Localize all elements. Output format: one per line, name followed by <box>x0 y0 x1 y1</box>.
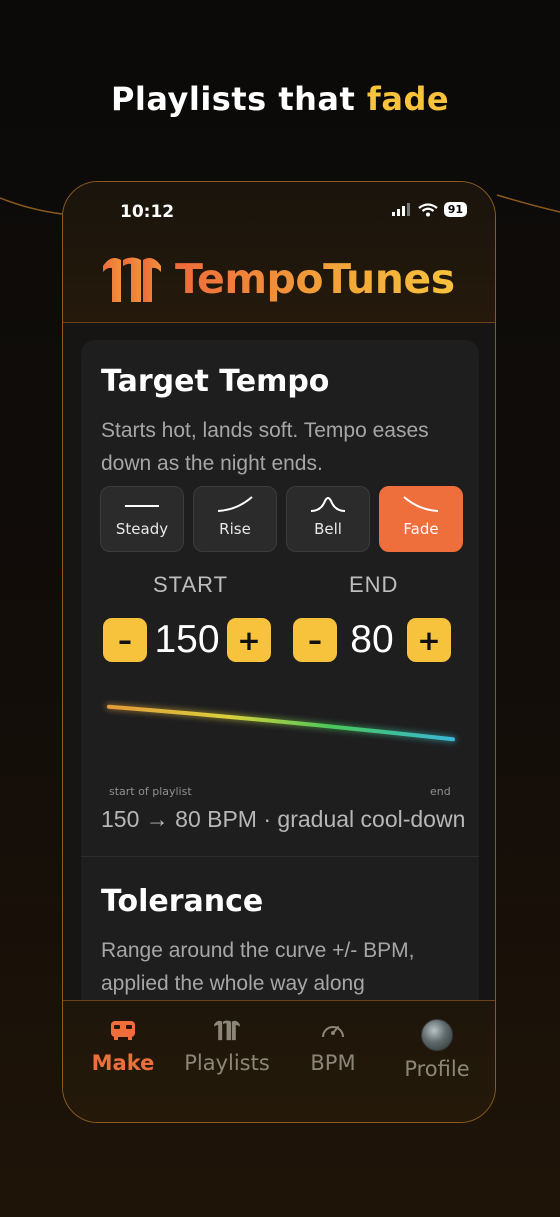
curve-steady-button[interactable]: Steady <box>100 486 184 552</box>
tempo-curve-chart <box>105 703 457 743</box>
curve-selector: Steady Rise Bell Fade <box>100 486 463 552</box>
end-value: 80 <box>350 618 394 661</box>
tab-label: Make <box>91 1051 155 1075</box>
tempo-summary: 150 → 80 BPM · gradual cool-down <box>101 806 466 832</box>
signal-icon <box>391 203 410 216</box>
battery-indicator: 91 <box>443 202 467 217</box>
end-increment-button[interactable]: + <box>407 618 451 662</box>
status-icons: 91 <box>391 202 467 217</box>
section-divider <box>81 856 479 857</box>
start-increment-button[interactable]: + <box>227 618 271 662</box>
section-title-tolerance: Tolerance <box>101 884 264 919</box>
curve-bell-button[interactable]: Bell <box>286 486 370 552</box>
tempotunes-logo-icon <box>214 1020 240 1041</box>
app-logo: TempoTunes <box>101 254 455 304</box>
end-label: END <box>349 572 399 597</box>
bottom-tab-bar: Make Playlists BPM Profile <box>63 1000 495 1122</box>
wifi-icon <box>418 202 438 216</box>
curve-rise-button[interactable]: Rise <box>193 486 277 552</box>
phone-frame: 10:12 91 TempoTunes Target Tempo Starts … <box>62 181 496 1123</box>
steady-curve-icon <box>125 505 159 507</box>
status-time: 10:12 <box>120 202 175 222</box>
tab-label: Playlists <box>184 1051 270 1075</box>
start-label: START <box>153 572 229 597</box>
axis-label-start: start of playlist <box>109 785 192 798</box>
axis-label-end: end <box>430 785 451 798</box>
tolerance-description: Range around the curve +/- BPM, applied … <box>101 939 415 995</box>
curve-label: Bell <box>314 520 342 538</box>
tempo-curve-line <box>107 704 455 742</box>
curve-label: Fade <box>403 520 439 538</box>
bus-icon <box>111 1021 135 1040</box>
tab-label: Profile <box>404 1057 470 1081</box>
curve-label: Steady <box>115 520 169 538</box>
start-stepper: – 150 + <box>103 618 271 662</box>
section-title-target-tempo: Target Tempo <box>101 364 330 399</box>
rise-curve-icon <box>217 496 253 512</box>
curve-fade-button[interactable]: Fade <box>379 486 463 552</box>
curve-label: Rise <box>219 520 251 538</box>
section-description: Starts hot, lands soft. Tempo eases down… <box>101 419 429 475</box>
avatar <box>421 1019 453 1051</box>
tab-playlists[interactable]: Playlists <box>173 1019 281 1075</box>
end-stepper: – 80 + <box>293 618 451 662</box>
app-name: TempoTunes <box>175 255 455 303</box>
tab-make[interactable]: Make <box>69 1019 177 1075</box>
tab-bpm[interactable]: BPM <box>279 1019 387 1075</box>
start-value: 150 <box>154 618 220 661</box>
tab-profile[interactable]: Profile <box>383 1019 491 1081</box>
target-tempo-card: Target Tempo Starts hot, lands soft. Tem… <box>81 340 479 1020</box>
fade-curve-icon <box>403 496 439 512</box>
tempotunes-logo-icon <box>103 257 161 302</box>
gauge-icon <box>322 1026 344 1038</box>
bell-curve-icon <box>310 497 346 512</box>
tab-label: BPM <box>310 1051 356 1075</box>
end-decrement-button[interactable]: – <box>293 618 337 662</box>
start-decrement-button[interactable]: – <box>103 618 147 662</box>
app-header: 10:12 91 TempoTunes <box>63 182 495 323</box>
